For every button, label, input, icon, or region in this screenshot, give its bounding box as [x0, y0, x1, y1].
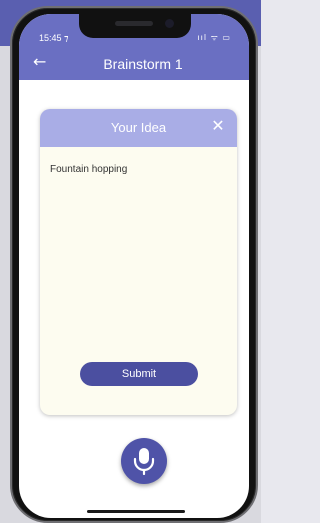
phone-screen: 15:45 ⁊ ııl ᯤ ▭ ← Brainstorm 1 Your Idea…	[19, 14, 249, 518]
dialog-header: Your Idea ✕	[40, 109, 237, 147]
idea-text-field[interactable]: Fountain hopping	[50, 164, 228, 175]
close-icon[interactable]: ✕	[209, 117, 227, 135]
microphone-button[interactable]	[121, 438, 167, 484]
front-camera	[165, 19, 174, 28]
submit-button[interactable]: Submit	[80, 362, 198, 386]
home-indicator	[87, 510, 185, 513]
app-bar: 15:45 ⁊ ııl ᯤ ▭ ← Brainstorm 1	[19, 14, 249, 80]
page-title: Brainstorm 1	[103, 56, 183, 72]
phone-notch	[79, 14, 191, 38]
microphone-icon	[133, 448, 155, 475]
dialog-title: Your Idea	[110, 120, 167, 135]
status-icons: ııl ᯤ ▭	[197, 33, 231, 42]
phone-frame: 15:45 ⁊ ııl ᯤ ▭ ← Brainstorm 1 Your Idea…	[10, 6, 258, 523]
status-time: 15:45 ⁊	[39, 33, 69, 43]
speaker-grille	[115, 21, 153, 26]
idea-dialog: Your Idea ✕ Fountain hopping Submit	[40, 109, 237, 415]
